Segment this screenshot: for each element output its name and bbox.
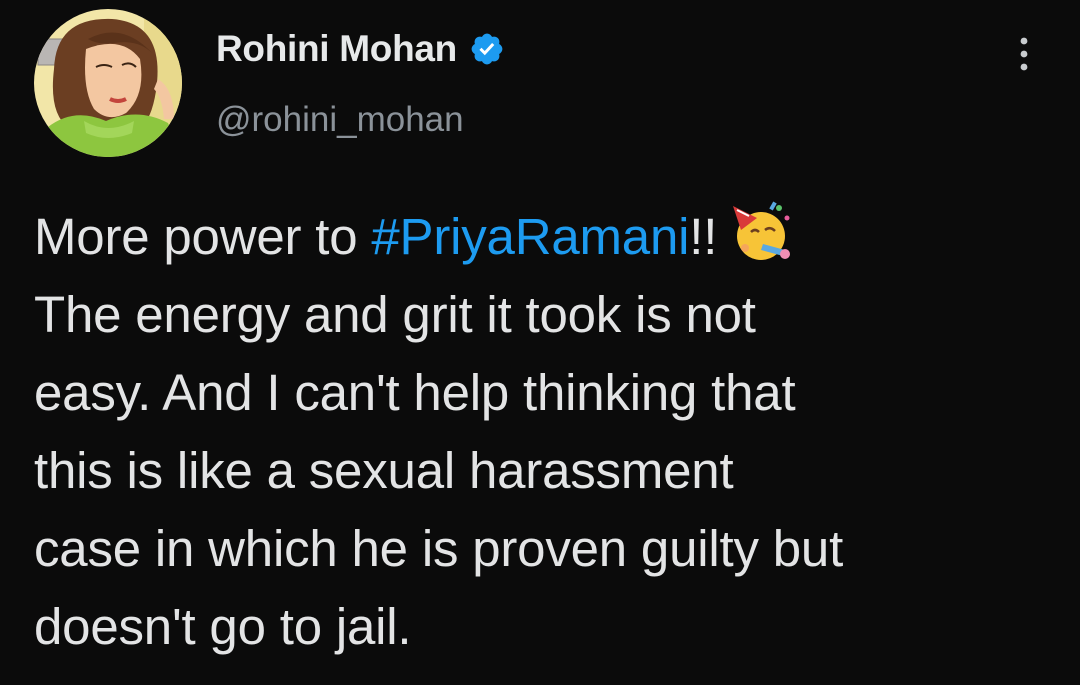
tweet-line-1: More power to #PriyaRamani!! xyxy=(34,198,1044,276)
author-display-name[interactable]: Rohini Mohan xyxy=(216,28,457,70)
illustrated-woman-avatar-icon xyxy=(34,9,182,157)
more-options-icon[interactable] xyxy=(1010,34,1038,74)
tweet-text: More power to #PriyaRamani!! The energy … xyxy=(34,198,1044,666)
partying-face-emoji-icon xyxy=(727,198,793,264)
author-handle[interactable]: @rohini_mohan xyxy=(216,100,464,140)
tweet-line-4: this is like a sexual harassment xyxy=(34,442,734,499)
tweet-line-3: easy. And I can't help thinking that xyxy=(34,364,796,421)
author-avatar[interactable] xyxy=(34,9,182,157)
tweet-line-2: The energy and grit it took is not xyxy=(34,286,756,343)
author-name-row[interactable]: Rohini Mohan xyxy=(216,28,505,70)
tweet-card: Rohini Mohan @rohini_mohan More power to… xyxy=(0,0,1080,685)
tweet-line-6: doesn't go to jail. xyxy=(34,598,412,655)
hashtag-link[interactable]: #PriyaRamani xyxy=(371,208,689,265)
tweet-line-5: case in which he is proven guilty but xyxy=(34,520,844,577)
verified-badge-icon xyxy=(469,31,505,67)
tweet-line1-prefix: More power to xyxy=(34,208,372,265)
tweet-line1-suffix: !! xyxy=(689,208,718,265)
